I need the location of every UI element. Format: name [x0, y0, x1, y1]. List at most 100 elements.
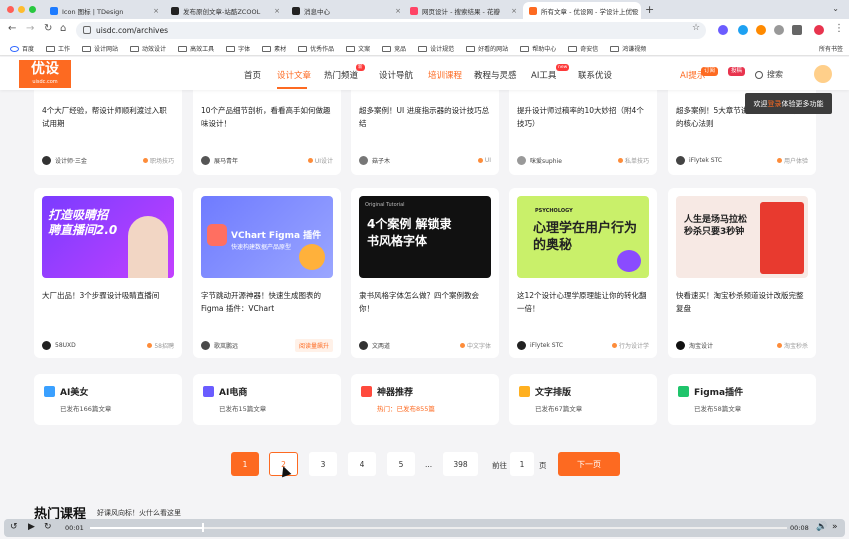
card-thumbnail[interactable]: Original Tutorial 4个案例 解锁隶书风格字体 — [359, 196, 491, 278]
site-search[interactable]: 搜索 — [755, 69, 783, 80]
author-avatar[interactable] — [201, 156, 210, 165]
next-page-button[interactable]: 下一页 — [558, 452, 620, 476]
reload-icon[interactable]: ↻ — [44, 23, 52, 34]
card-title[interactable]: 超多案例！UI 进度指示器的设计技巧总结 — [359, 104, 491, 130]
bookmark-star-icon[interactable]: ☆ — [692, 23, 700, 33]
bookmark-folder[interactable]: 文案 — [346, 44, 370, 53]
card-thumbnail[interactable]: PSYCHOLOGY 心理学在用户行为的奥秘 — [517, 196, 649, 278]
bookmark-folder[interactable]: 字体 — [226, 44, 250, 53]
nav-tutorials[interactable]: 教程与灵感 — [474, 69, 517, 81]
author-name[interactable]: 咪爱suphie — [530, 156, 562, 165]
card-title[interactable]: 大厂出品！3个步骤设计吸睛直播间 — [42, 289, 174, 302]
browser-tab[interactable]: 发布原创文章-站酷ZCOOL × — [165, 2, 285, 19]
close-tab-icon[interactable]: × — [511, 7, 517, 15]
author-name[interactable]: iFlytek STC — [530, 342, 563, 349]
browser-tab-active[interactable]: 所有文章 - 优设网 - 学设计上优设 × — [523, 2, 641, 19]
category-tag[interactable]: UI设计 — [307, 156, 333, 165]
category-card[interactable]: AI电商 已发布15篇文章 — [193, 374, 341, 425]
site-logo[interactable]: 优设 uisdc.com — [19, 60, 71, 88]
nav-home[interactable]: 首页 — [244, 69, 261, 81]
browser-tab[interactable]: 消息中心 × — [286, 2, 406, 19]
bookmark-folder[interactable]: 设计网站 — [82, 44, 118, 53]
article-card[interactable]: VChart Figma 插件 快速构建数据产品原型 字节跳动开源神器！快速生成… — [193, 188, 341, 358]
bookmark-folder[interactable]: 好看的网站 — [466, 44, 508, 53]
page-button-4[interactable]: 4 — [348, 452, 376, 476]
author-avatar[interactable] — [517, 156, 526, 165]
card-thumbnail[interactable]: 人生是场马拉松 秒杀只要3秒钟 — [676, 196, 808, 278]
extension-icon[interactable] — [756, 25, 766, 35]
forward-icon[interactable]: → — [26, 23, 34, 34]
trending-badge[interactable]: 阅读量飙升 — [294, 339, 333, 352]
bookmark-folder[interactable]: 设计规范 — [418, 44, 454, 53]
minimize-window-button[interactable] — [18, 6, 25, 13]
page-button-1[interactable]: 1 — [231, 452, 259, 476]
nav-courses[interactable]: 培训课程 — [428, 69, 462, 81]
category-tag[interactable]: 行为设计学 — [611, 341, 649, 350]
page-button-last[interactable]: 398 — [443, 452, 478, 476]
nav-design-directory[interactable]: 设计导航 — [379, 69, 413, 81]
browser-menu-icon[interactable]: ⋮ — [834, 23, 844, 34]
category-tag[interactable]: 职场技巧 — [142, 156, 174, 165]
category-tag[interactable]: 私单技巧 — [617, 156, 649, 165]
author-name[interactable]: 淘宝设计 — [689, 341, 713, 350]
author-name[interactable]: 58UXD — [55, 342, 76, 349]
author-name[interactable]: 歌岚鹏远 — [214, 341, 238, 350]
author-name[interactable]: 设计师·三金 — [55, 156, 87, 165]
submit-button[interactable]: 投稿 — [728, 67, 746, 76]
goto-page-input[interactable]: 1 — [510, 452, 534, 476]
profile-avatar[interactable] — [814, 25, 824, 35]
url-bar[interactable]: uisdc.com/archives — [76, 22, 706, 39]
maximize-window-button[interactable] — [29, 6, 36, 13]
author-avatar[interactable] — [42, 156, 51, 165]
subscribe-button[interactable]: 订阅 — [701, 67, 719, 76]
bookmark-folder[interactable]: 竞品 — [382, 44, 406, 53]
bookmark-folder[interactable]: 鸿谦视频 — [610, 44, 646, 53]
category-tag[interactable]: 淘宝秒杀 — [776, 341, 808, 350]
nav-contact[interactable]: 联系优设 — [578, 69, 612, 81]
author-avatar[interactable] — [359, 341, 368, 350]
site-info-icon[interactable] — [83, 26, 91, 34]
author-name[interactable]: 菇子木 — [372, 156, 390, 165]
article-card[interactable]: 打造吸睛招聘直播间2.0 大厂出品！3个步骤设计吸睛直播间 58UXD 58招聘 — [34, 188, 182, 358]
nav-ai-tools[interactable]: AI工具 — [531, 69, 556, 81]
bookmark-item[interactable]: 百度 — [10, 44, 34, 53]
forward-icon[interactable]: ↻ — [44, 522, 52, 532]
category-tag[interactable]: 用户体验 — [776, 156, 808, 165]
card-title[interactable]: 4个大厂经验，帮设计师顺利渡过入职试用期 — [42, 104, 174, 130]
browser-tab[interactable]: Icon 图标 | TDesign × — [44, 2, 164, 19]
page-button-3[interactable]: 3 — [309, 452, 337, 476]
new-tab-icon[interactable]: + — [645, 3, 654, 16]
bookmark-folder[interactable]: 动效设计 — [130, 44, 166, 53]
close-tab-icon[interactable]: × — [395, 7, 401, 15]
category-card[interactable]: 文字排版 已发布67篇文章 — [509, 374, 657, 425]
card-thumbnail[interactable]: VChart Figma 插件 快速构建数据产品原型 — [201, 196, 333, 278]
bookmark-folder[interactable]: 工作 — [46, 44, 70, 53]
bookmark-folder[interactable]: 帮助中心 — [520, 44, 556, 53]
rewind-icon[interactable]: ↺ — [10, 522, 18, 532]
card-title[interactable]: 提升设计师过稿率的10大妙招（附4个技巧） — [517, 104, 649, 130]
tab-search-icon[interactable]: ⌄ — [832, 4, 839, 13]
category-card[interactable]: 神器推荐 热门：已发布855篇 — [351, 374, 499, 425]
extension-icon[interactable] — [738, 25, 748, 35]
category-tag[interactable]: 中文字体 — [459, 341, 491, 350]
play-icon[interactable]: ▶ — [28, 522, 35, 532]
sidebar-icon[interactable] — [792, 25, 802, 35]
card-title[interactable]: 快看速买！淘宝秒杀频道设计改版完整复盘 — [676, 289, 808, 315]
card-title[interactable]: 这12个设计心理学原理能让你的转化翻一倍！ — [517, 289, 649, 315]
author-avatar[interactable] — [359, 156, 368, 165]
card-title[interactable]: 10个产品细节剖析，看看高手如何做趣味设计！ — [201, 104, 333, 130]
login-tooltip[interactable]: 欢迎 登录 体验更多功能 — [745, 93, 832, 114]
card-title[interactable]: 字节跳动开源神器！快速生成图表的 Figma 插件：VChart — [201, 289, 333, 315]
category-card[interactable]: Figma插件 已发布58篇文章 — [668, 374, 816, 425]
author-name[interactable]: 文两道 — [372, 341, 390, 350]
more-icon[interactable]: » — [832, 522, 838, 532]
user-avatar[interactable] — [814, 65, 832, 83]
category-tag[interactable]: UI — [477, 157, 491, 164]
close-tab-icon[interactable]: × — [630, 7, 636, 15]
browser-tab[interactable]: 网页设计 - 搜索结果 - 花瓣 × — [404, 2, 522, 19]
home-icon[interactable]: ⌂ — [60, 23, 66, 34]
close-window-button[interactable] — [7, 6, 14, 13]
article-card[interactable]: PSYCHOLOGY 心理学在用户行为的奥秘 这12个设计心理学原理能让你的转化… — [509, 188, 657, 358]
category-card[interactable]: AI美女 已发布166篇文章 — [34, 374, 182, 425]
bookmark-folder[interactable]: 奇安信 — [568, 44, 598, 53]
